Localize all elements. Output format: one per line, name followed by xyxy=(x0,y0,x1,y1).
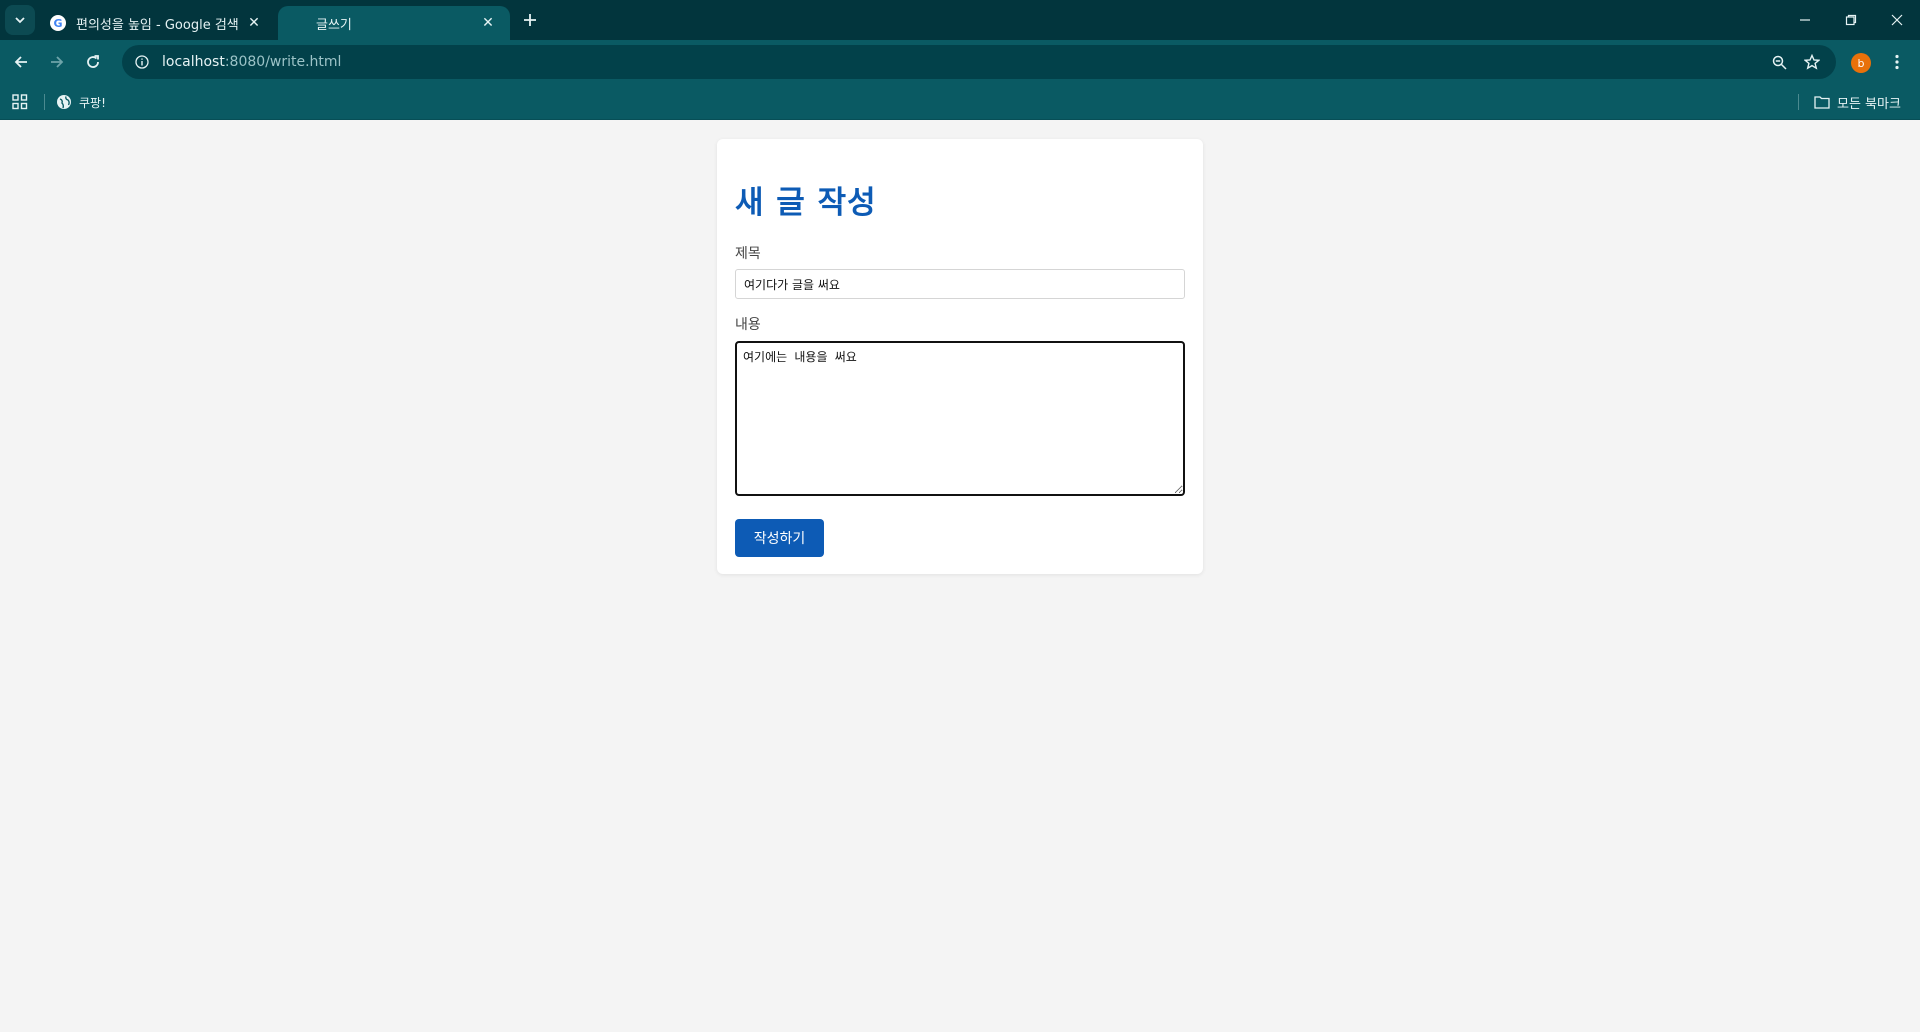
plus-icon xyxy=(524,14,536,26)
reload-icon xyxy=(87,55,99,68)
title-label: 제목 xyxy=(735,246,761,262)
write-form-card: 새 글 작성 제목 내용 여기에는 내용을 써요 작성하기 xyxy=(717,139,1203,574)
bookmarks-divider xyxy=(44,94,45,110)
tab-google-search[interactable]: G 편의성을 높임 - Google 검색 ✕ xyxy=(38,6,276,40)
tab-strip: G 편의성을 높임 - Google 검색 ✕ 글쓰기 ✕ xyxy=(0,0,1920,40)
tab-title: 편의성을 높임 - Google 검색 xyxy=(76,17,239,33)
all-bookmarks-label: 모든 북마크 xyxy=(1837,96,1901,112)
forward-button[interactable] xyxy=(42,47,72,77)
profile-avatar[interactable]: b xyxy=(1851,53,1871,73)
restore-icon xyxy=(1845,14,1857,26)
address-bar[interactable]: localhost:8080/write.html xyxy=(122,45,1836,79)
apps-button[interactable] xyxy=(10,92,30,112)
folder-icon xyxy=(1814,96,1830,109)
globe-icon xyxy=(57,95,71,109)
arrow-left-icon xyxy=(14,56,27,68)
minimize-icon xyxy=(1800,19,1810,21)
page-title: 새 글 작성 xyxy=(735,185,877,221)
all-bookmarks-button[interactable]: 모든 북마크 xyxy=(1814,90,1901,114)
zoom-out-icon xyxy=(1772,55,1787,70)
close-window-button[interactable] xyxy=(1874,0,1920,40)
close-icon xyxy=(1891,14,1903,26)
content-textarea[interactable]: 여기에는 내용을 써요 xyxy=(735,341,1185,496)
google-icon: G xyxy=(50,15,66,31)
browser-menu-button[interactable] xyxy=(1882,47,1912,77)
site-info-icon[interactable] xyxy=(128,48,156,76)
zoom-button[interactable] xyxy=(1764,47,1794,77)
apps-grid-icon xyxy=(12,94,28,110)
minimize-button[interactable] xyxy=(1782,0,1828,40)
new-tab-button[interactable] xyxy=(518,8,542,32)
bookmarks-bar: 쿠팡! 모든 북마크 xyxy=(0,84,1920,120)
tab-write[interactable]: 글쓰기 ✕ xyxy=(278,6,510,40)
restore-button[interactable] xyxy=(1828,0,1874,40)
reload-button[interactable] xyxy=(78,47,108,77)
arrow-right-icon xyxy=(51,56,64,68)
submit-button[interactable]: 작성하기 xyxy=(735,519,824,557)
tab-search-button[interactable] xyxy=(5,5,35,35)
close-tab-icon[interactable]: ✕ xyxy=(244,13,264,33)
tab-title: 글쓰기 xyxy=(316,17,352,33)
bookmark-label: 쿠팡! xyxy=(79,95,106,110)
bookmarks-divider xyxy=(1798,94,1799,110)
bookmark-star-button[interactable] xyxy=(1797,47,1827,77)
url-text: localhost:8080/write.html xyxy=(162,54,342,70)
back-button[interactable] xyxy=(6,47,36,77)
bookmark-coupang[interactable]: 쿠팡! xyxy=(56,90,106,114)
chevron-down-icon xyxy=(15,17,25,24)
more-vertical-icon xyxy=(1895,54,1899,70)
title-input[interactable] xyxy=(735,269,1185,299)
close-tab-icon[interactable]: ✕ xyxy=(478,13,498,33)
content-label: 내용 xyxy=(735,317,761,333)
star-icon xyxy=(1804,54,1820,70)
browser-toolbar: localhost:8080/write.html xyxy=(0,40,1920,84)
